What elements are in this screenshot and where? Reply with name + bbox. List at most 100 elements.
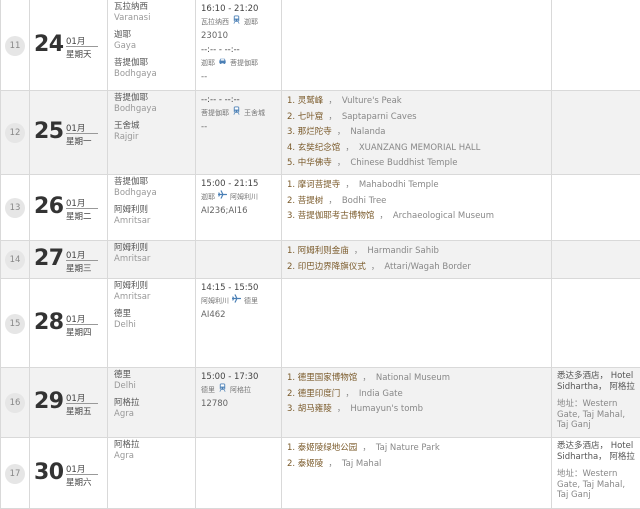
- date-cell: 30 01月 星期六: [30, 438, 108, 508]
- route-to: 阿格拉: [230, 385, 251, 394]
- weekday-label: 星期五: [66, 407, 92, 417]
- transport-time: 14:15 - 15:50: [201, 283, 259, 293]
- sight-name-cn: 3. 那烂陀寺: [287, 127, 332, 138]
- sight-name-cn: 2. 泰姬陵: [287, 458, 324, 469]
- day-number: 24: [34, 31, 64, 57]
- sight-item[interactable]: 2. 菩提树 ， Bodhi Tree: [287, 194, 494, 210]
- date-cell: 24 01月 星期天: [30, 0, 108, 90]
- city-name-en: Varanasi: [114, 13, 151, 23]
- hotel-cell: [552, 279, 640, 367]
- city-name-cn: 阿格拉: [114, 398, 140, 408]
- sight-separator: ，: [353, 246, 363, 256]
- date-cell: 27 01月 星期三: [30, 241, 108, 278]
- sight-name-en: Nalanda: [350, 127, 386, 138]
- city-name-en: Delhi: [114, 381, 136, 391]
- hotel-address: 地址：Western Gate, Taj Mahal, Taj Ganj: [557, 469, 626, 500]
- sight-separator: ，: [336, 158, 346, 169]
- transport-entry[interactable]: 15:00 - 17:30 德里 阿格拉 12780: [201, 372, 258, 410]
- route-from: 迦耶: [201, 192, 215, 201]
- hotel-cell: [552, 241, 640, 278]
- transport-code: AI236;AI16: [201, 206, 248, 216]
- city-name-cn: 瓦拉纳西: [114, 2, 149, 12]
- sight-item[interactable]: 1. 德里国家博物馆 ， National Museum: [287, 371, 450, 387]
- city-name-cn: 阿格拉: [114, 440, 140, 450]
- date-divider: [66, 323, 98, 325]
- sight-item[interactable]: 2. 七叶窟 ， Saptaparni Caves: [287, 110, 480, 126]
- transport-cell: [196, 438, 282, 508]
- route-to: 迦耶: [244, 17, 258, 26]
- date-cell: 25 01月 星期一: [30, 91, 108, 174]
- hotel-entry[interactable]: 悉达多酒店， Hotel Sidhartha， 阿格拉 地址：Western G…: [557, 371, 637, 431]
- hotel-address: 地址：Western Gate, Taj Mahal, Taj Ganj: [557, 399, 626, 430]
- sight-separator: ，: [328, 96, 337, 106]
- hotel-entry[interactable]: 悉达多酒店， Hotel Sidhartha， 阿格拉 地址：Western G…: [557, 441, 637, 501]
- city-name-en: Amritsar: [114, 254, 151, 264]
- sight-name-cn: 5. 中华佛寺: [287, 158, 332, 169]
- sight-item[interactable]: 4. 玄奘纪念馆 ， XUANZANG MEMORIAL HALL: [287, 141, 480, 157]
- city-entry: 阿姆利则 Amritsar: [114, 205, 150, 227]
- sight-separator: ，: [328, 458, 337, 469]
- transport-time: --:-- - --:--: [201, 95, 240, 105]
- city-entry: 王舍城 Rajgir: [114, 121, 140, 143]
- sight-item[interactable]: 3. 菩提伽耶考古博物馆 ， Archaeological Museum: [287, 209, 494, 225]
- sight-name-en: Humayun's tomb: [350, 404, 424, 415]
- day-index-badge: 15: [5, 313, 25, 334]
- transport-cell: 15:00 - 21:15 迦耶 阿姆利川 AI236;AI16: [196, 175, 282, 240]
- date-divider: [66, 473, 98, 475]
- day-number: 30: [34, 459, 64, 485]
- sight-name-cn: 1. 阿姆利则金庙: [287, 246, 349, 256]
- index-cell: 15: [0, 279, 30, 367]
- train-icon: [232, 15, 241, 28]
- city-cell: 阿姆利则 Amritsar 德里 Delhi: [108, 279, 196, 367]
- city-name-cn: 阿姆利则: [114, 243, 149, 253]
- city-entry: 阿姆利则 Amritsar: [114, 281, 150, 303]
- transport-route: 瓦拉纳西 迦耶: [201, 15, 258, 28]
- sight-name-cn: 2. 菩提树: [287, 195, 324, 206]
- sight-name-cn: 1. 灵鹫峰: [287, 96, 324, 106]
- transport-entry[interactable]: 15:00 - 21:15 迦耶 阿姆利川 AI236;AI16: [201, 179, 258, 217]
- transport-code: AI462: [201, 310, 226, 320]
- weekday-label: 星期二: [66, 212, 92, 222]
- sight-name-en: Chinese Buddhist Temple: [350, 158, 458, 169]
- sight-item[interactable]: 1. 灵鹫峰 ， Vulture's Peak: [287, 94, 480, 110]
- sight-item[interactable]: 1. 泰姬陵绿地公园 ， Taj Nature Park: [287, 441, 440, 457]
- sight-item[interactable]: 1. 摩诃菩提寺 ， Mahabodhi Temple: [287, 178, 494, 194]
- sight-item[interactable]: 2. 泰姬陵 ， Taj Mahal: [287, 457, 440, 473]
- date-divider: [66, 133, 98, 134]
- sight-name-cn: 2. 印巴边界降旗仪式: [287, 261, 366, 272]
- transport-entry[interactable]: 16:10 - 21:20 瓦拉纳西 迦耶 23010: [201, 4, 258, 42]
- sight-separator: ，: [345, 388, 354, 399]
- weekday-label: 星期天: [66, 49, 92, 60]
- sight-item[interactable]: 1. 阿姆利则金庙 ， Harmandir Sahib: [287, 244, 471, 260]
- city-entry: 菩提伽耶 Bodhgaya: [114, 58, 157, 80]
- sight-item[interactable]: 2. 印巴边界降旗仪式 ， Attari/Wagah Border: [287, 260, 471, 276]
- route-to: 菩提伽耶: [230, 58, 258, 67]
- sight-separator: ，: [336, 404, 346, 415]
- sight-item[interactable]: 5. 中华佛寺 ， Chinese Buddhist Temple: [287, 156, 480, 172]
- transport-time: 16:10 - 21:20: [201, 4, 259, 14]
- transport-entry[interactable]: --:-- - --:-- 菩提伽耶 王舍城 --: [201, 95, 265, 133]
- index-cell: 11: [0, 0, 30, 90]
- sights-cell: [282, 279, 552, 367]
- sights-cell: 1. 摩诃菩提寺 ， Mahabodhi Temple 2. 菩提树 ， Bodhi Tr…: [282, 175, 552, 240]
- sight-item[interactable]: 3. 胡马雍陵 ， Humayun's tomb: [287, 402, 450, 418]
- date-divider: [66, 208, 98, 209]
- route-from: 菩提伽耶: [201, 108, 229, 117]
- sight-name-en: National Museum: [375, 373, 451, 383]
- index-cell: 12: [0, 91, 30, 174]
- hotel-cell: [552, 175, 640, 240]
- city-name-en: Amritsar: [114, 292, 151, 302]
- sight-item[interactable]: 3. 那烂陀寺 ， Nalanda: [287, 125, 480, 141]
- sight-separator: ，: [328, 195, 337, 206]
- city-name-en: Bodhgaya: [114, 69, 157, 79]
- transport-entry[interactable]: 14:15 - 15:50 阿姆利川 德里 AI462: [201, 283, 258, 321]
- transport-route: 菩提伽耶 王舍城: [201, 106, 265, 119]
- weekday-label: 星期一: [66, 137, 92, 147]
- route-from: 迦耶: [201, 58, 215, 67]
- weekday-label: 星期三: [66, 264, 92, 274]
- date-divider: [66, 260, 98, 261]
- hotel-name: 悉达多酒店， Hotel Sidhartha， 阿格拉: [557, 441, 635, 462]
- transport-cell: --:-- - --:-- 菩提伽耶 王舍城 --: [196, 91, 282, 174]
- sight-item[interactable]: 2. 德里印度门 ， India Gate: [287, 387, 450, 403]
- transport-entry[interactable]: --:-- - --:-- 迦耶 菩提伽耶 --: [201, 45, 258, 83]
